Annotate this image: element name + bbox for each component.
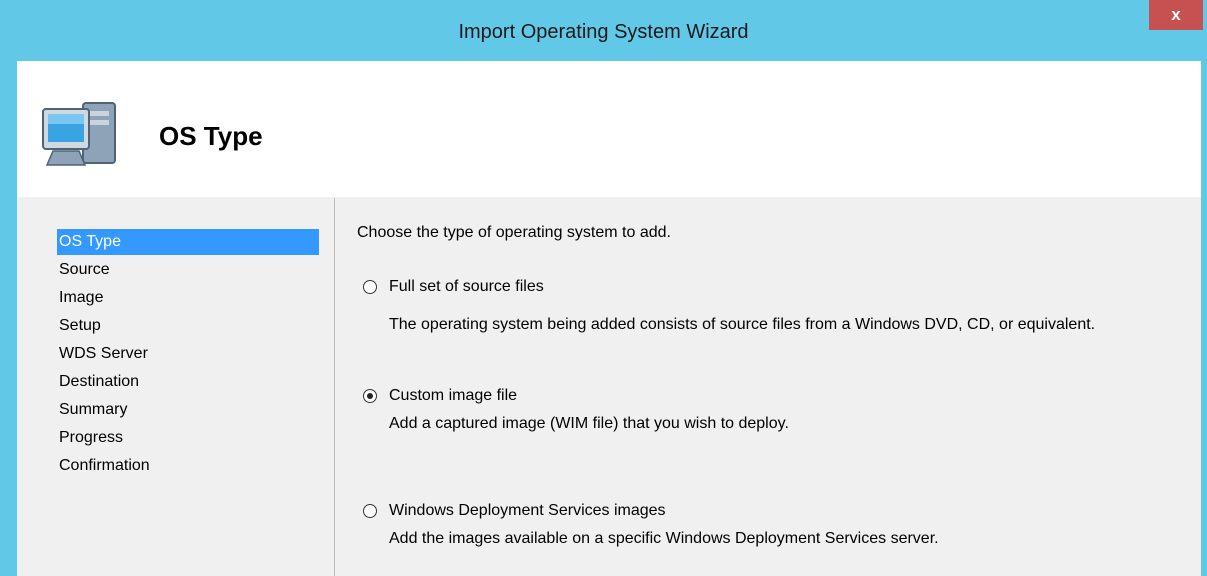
wizard-steps-nav: OS Type Source Image Setup WDS Server De… xyxy=(17,198,334,576)
option-label[interactable]: Windows Deployment Services images xyxy=(389,502,666,520)
nav-item-confirmation[interactable]: Confirmation xyxy=(57,453,319,479)
title-bar[interactable]: Import Operating System Wizard x xyxy=(0,0,1207,60)
wizard-header: OS Type xyxy=(17,61,1201,197)
nav-item-source[interactable]: Source xyxy=(57,257,319,283)
radio-button[interactable] xyxy=(363,504,377,518)
option-label[interactable]: Full set of source files xyxy=(389,278,544,296)
wizard-client-area: OS Type OS Type Source Image Setup WDS S… xyxy=(17,61,1201,576)
prompt-text: Choose the type of operating system to a… xyxy=(357,224,671,241)
computer-icon xyxy=(42,102,116,166)
window-title: Import Operating System Wizard xyxy=(458,21,749,43)
nav-item-os-type[interactable]: OS Type xyxy=(57,229,319,255)
main-content: Choose the type of operating system to a… xyxy=(335,198,1201,576)
option-description: The operating system being added consist… xyxy=(389,316,1096,333)
page-title: OS Type xyxy=(159,121,263,151)
radio-button[interactable] xyxy=(363,280,377,294)
option-description: Add a captured image (WIM file) that you… xyxy=(389,415,789,432)
nav-item-progress[interactable]: Progress xyxy=(57,425,319,451)
nav-item-setup[interactable]: Setup xyxy=(57,313,319,339)
nav-item-wds-server[interactable]: WDS Server xyxy=(57,341,319,367)
option-label[interactable]: Custom image file xyxy=(389,387,517,405)
nav-item-summary[interactable]: Summary xyxy=(57,397,319,423)
nav-item-image[interactable]: Image xyxy=(57,285,319,311)
radio-button-checked[interactable] xyxy=(363,389,377,403)
option-description: Add the images available on a specific W… xyxy=(389,530,939,547)
close-button[interactable]: x xyxy=(1149,0,1203,30)
nav-item-destination[interactable]: Destination xyxy=(57,369,319,395)
radio-dot xyxy=(367,393,373,399)
